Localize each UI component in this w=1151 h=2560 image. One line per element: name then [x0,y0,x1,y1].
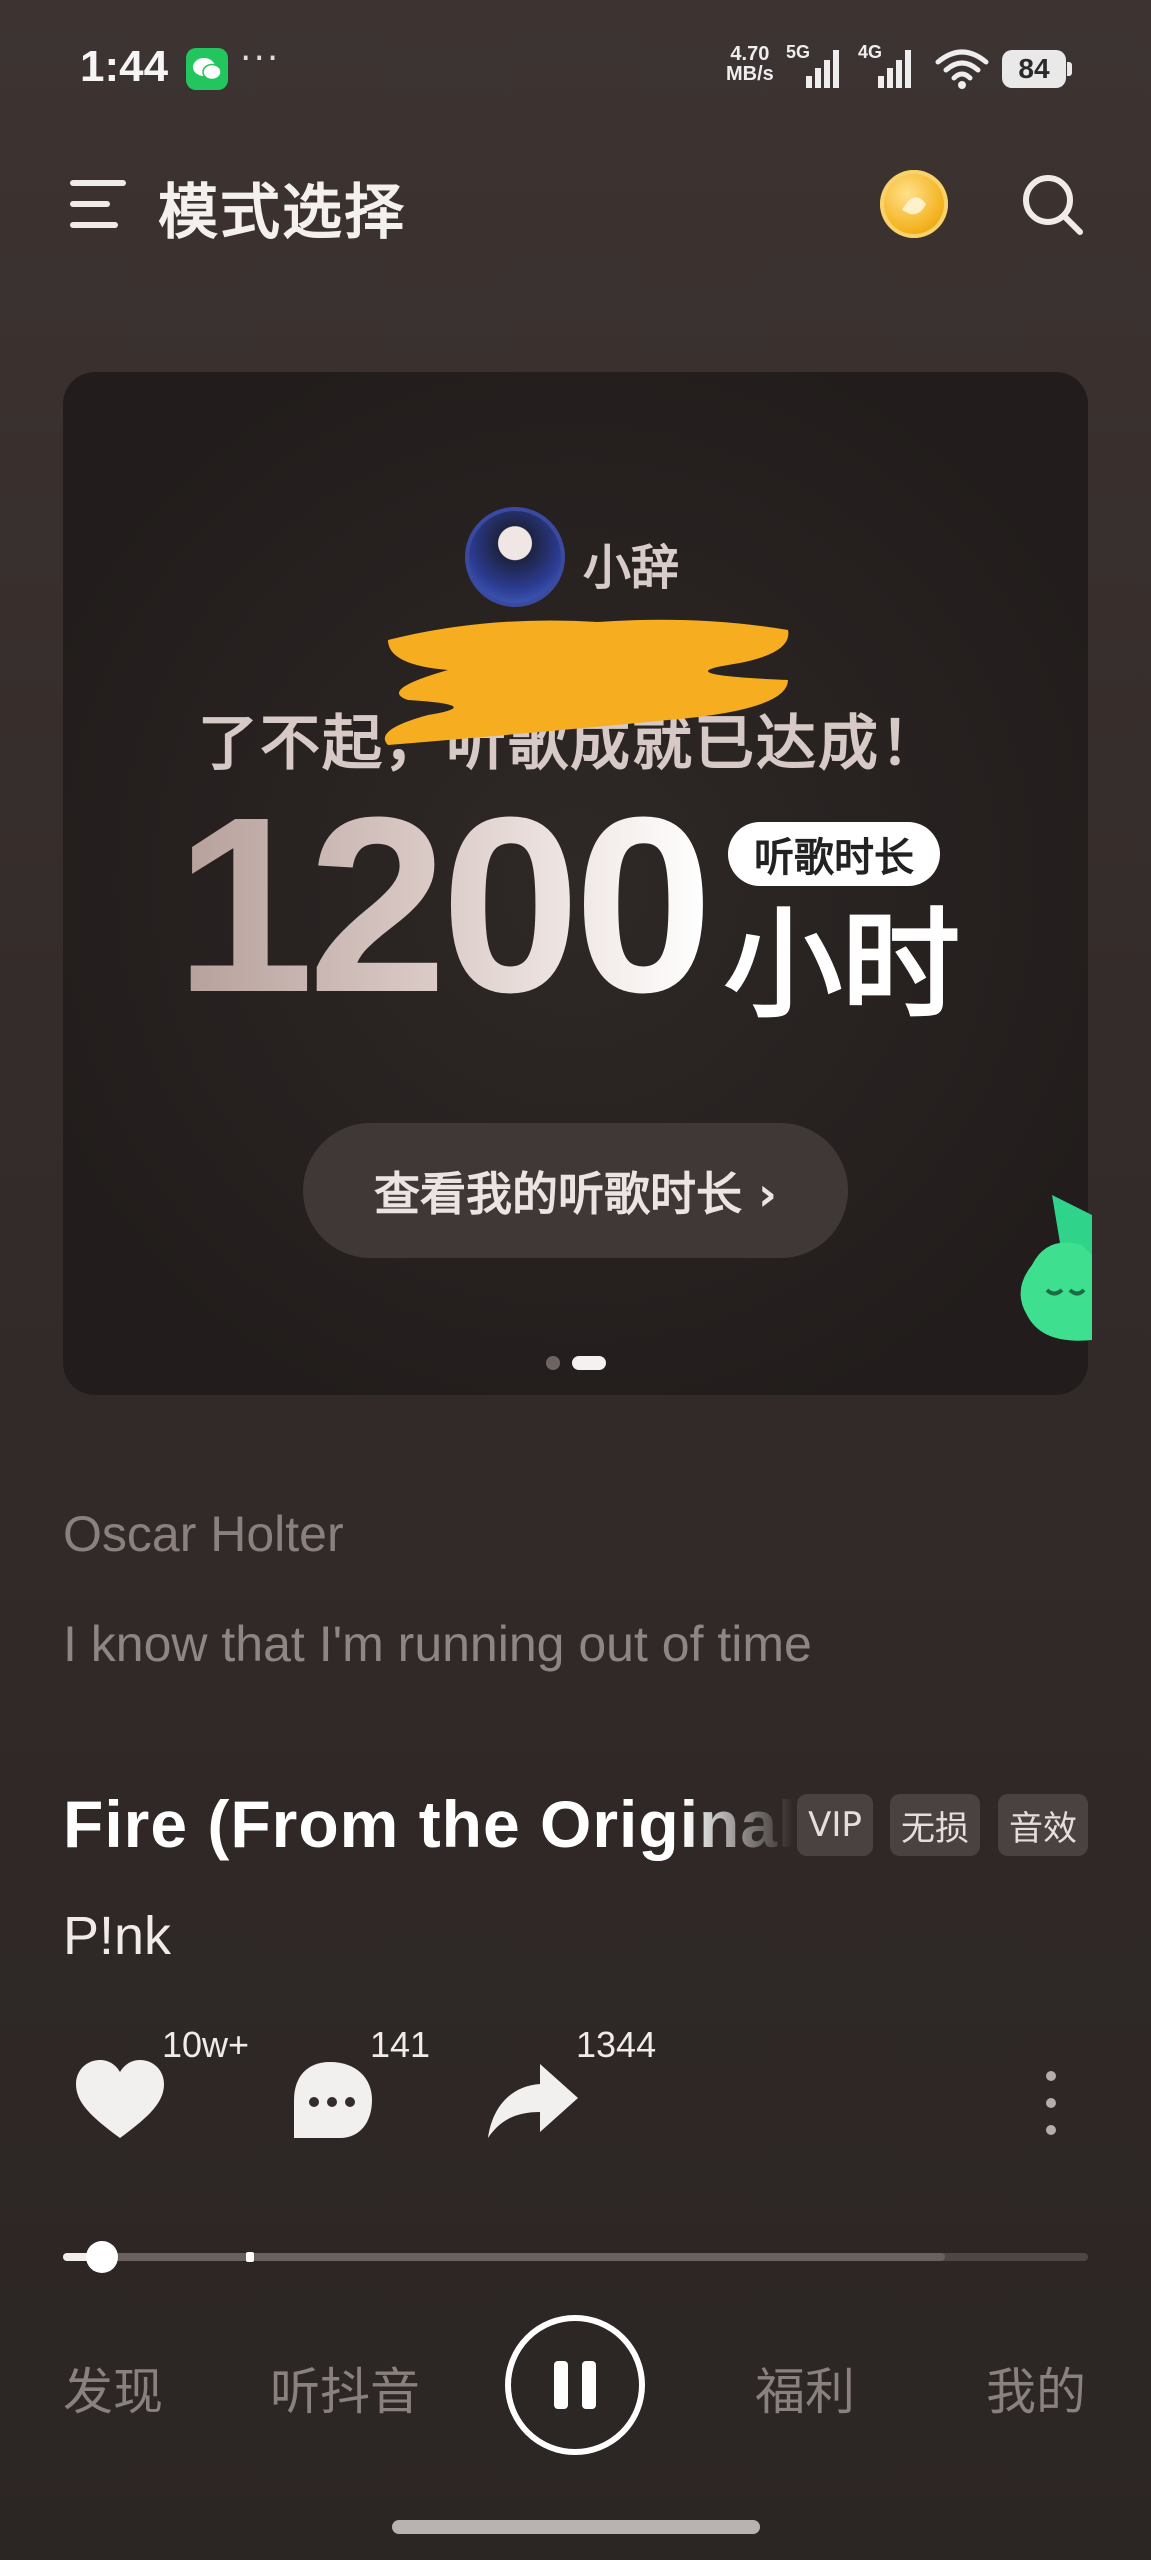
more-options-icon[interactable] [1036,2068,1066,2138]
comment-count: 141 [370,2024,431,2065]
redaction-scribble [368,610,798,760]
song-artist[interactable]: P!nk [63,1905,171,1967]
nav-me[interactable]: 我的 [986,2352,1086,2424]
progress-thumb[interactable] [86,2241,118,2273]
pause-icon-bar-right [582,2361,596,2409]
coin-reward-icon[interactable] [880,170,948,238]
nav-welfare[interactable]: 福利 [755,2352,855,2424]
wifi-icon [934,48,990,94]
wechat-notification-icon [186,48,228,90]
pause-icon-bar-left [554,2361,568,2409]
mascot-sticker-icon[interactable] [1012,1195,1092,1345]
share-icon[interactable] [482,2050,582,2150]
hours-unit: 小时 [724,896,961,1034]
battery-tip [1067,62,1072,76]
pager-dot-1[interactable] [546,1356,560,1370]
nav-listen-douyin[interactable]: 听抖音 [270,2352,420,2424]
search-icon[interactable] [1020,172,1084,236]
nav-discover[interactable]: 发现 [63,2352,163,2424]
avatar [465,507,565,607]
page-title[interactable]: 模式选择 [158,164,406,251]
network-speed-unit: MB/s [726,63,774,85]
status-time: 1:44 [80,42,169,91]
tag-sound-effect[interactable]: 音效 [998,1794,1088,1856]
song-title-container[interactable]: Fire (From the Original [63,1786,793,1866]
lyric-credit: Oscar Holter [63,1506,344,1562]
username: 小辞 [583,540,680,596]
more-notifications-icon: ··· [240,38,281,79]
battery-indicator: 84 [1002,50,1066,88]
listening-duration-badge: 听歌时长 [728,822,940,886]
pause-button[interactable] [505,2315,645,2455]
tag-vip[interactable]: VIP [797,1794,873,1856]
share-count: 1344 [576,2024,657,2065]
view-listening-time-button[interactable]: 查看我的听歌时长 › [303,1123,848,1258]
menu-icon[interactable] [70,178,126,230]
network-speed-value: 4.70 [730,43,770,65]
lyric-line[interactable]: I know that I'm running out of time [63,1615,812,1673]
song-title[interactable]: Fire (From the Original [63,1786,793,1862]
like-heart-icon[interactable] [70,2050,170,2150]
pager-dot-2-active[interactable] [572,1356,606,1370]
comment-icon[interactable] [280,2050,380,2150]
network-speed: 4.70 MB/s [726,44,774,84]
progress-buffered [63,2253,945,2261]
progress-marker [246,2252,254,2262]
home-indicator[interactable] [392,2520,760,2534]
like-count: 10w+ [162,2024,250,2065]
listening-hours-number: 1200 [175,765,713,1044]
tag-lossless[interactable]: 无损 [890,1794,980,1856]
